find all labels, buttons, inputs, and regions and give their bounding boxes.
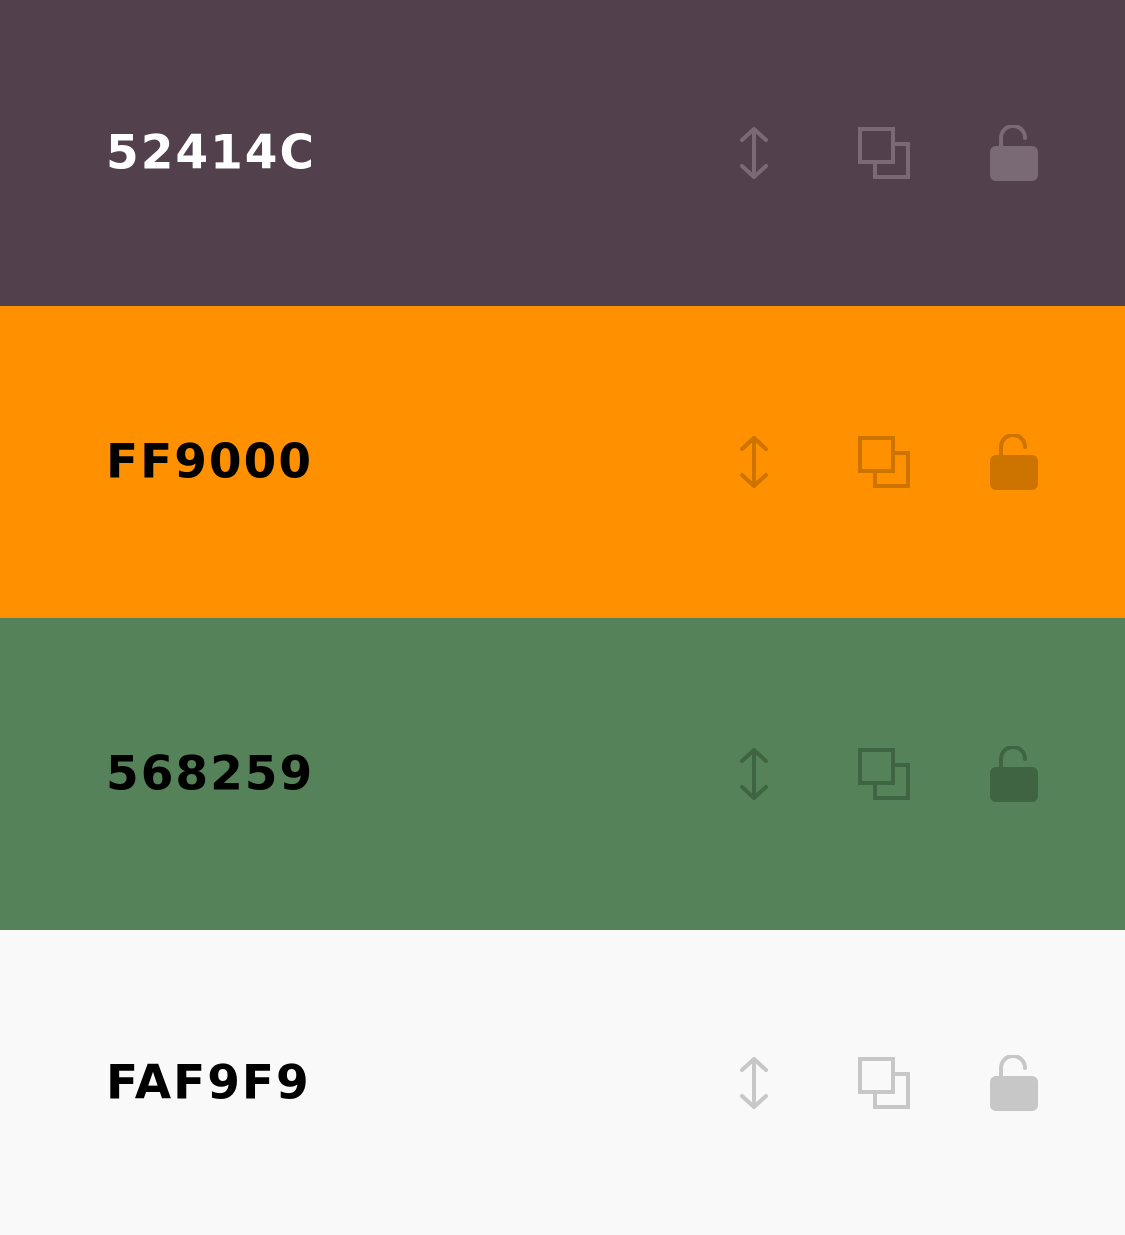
- copy-hex-button[interactable]: [854, 123, 914, 183]
- copy-icon: [858, 127, 910, 179]
- copy-hex-button[interactable]: [854, 744, 914, 804]
- color-swatch-3[interactable]: 568259: [0, 618, 1125, 930]
- color-swatch-4[interactable]: FAF9F9: [0, 930, 1125, 1235]
- color-palette: 52414C FF9000 568259 FAF9F9: [0, 0, 1125, 1235]
- lock-color-button[interactable]: [984, 432, 1044, 492]
- copy-icon: [858, 436, 910, 488]
- lock-color-button[interactable]: [984, 1053, 1044, 1113]
- unlocked-padlock-icon: [990, 1054, 1038, 1111]
- color-swatch-2[interactable]: FF9000: [0, 306, 1125, 618]
- color-swatch-1[interactable]: 52414C: [0, 0, 1125, 306]
- lock-color-button[interactable]: [984, 744, 1044, 804]
- unlocked-padlock-icon: [990, 125, 1038, 181]
- hex-code-label[interactable]: 52414C: [106, 130, 316, 177]
- copy-hex-button[interactable]: [854, 1053, 914, 1113]
- drag-reorder-button[interactable]: [724, 432, 784, 492]
- copy-hex-button[interactable]: [854, 432, 914, 492]
- drag-reorder-button[interactable]: [724, 123, 784, 183]
- hex-code-label[interactable]: 568259: [106, 751, 314, 798]
- drag-reorder-icon: [740, 1056, 768, 1109]
- copy-icon: [858, 1056, 910, 1109]
- drag-reorder-button[interactable]: [724, 1053, 784, 1113]
- lock-color-button[interactable]: [984, 123, 1044, 183]
- unlocked-padlock-icon: [990, 746, 1038, 802]
- drag-reorder-icon: [740, 748, 768, 800]
- hex-code-label[interactable]: FF9000: [106, 439, 313, 486]
- drag-reorder-button[interactable]: [724, 744, 784, 804]
- drag-reorder-icon: [740, 436, 768, 488]
- copy-icon: [858, 748, 910, 800]
- unlocked-padlock-icon: [990, 434, 1038, 490]
- drag-reorder-icon: [740, 127, 768, 179]
- hex-code-label[interactable]: FAF9F9: [106, 1059, 311, 1106]
